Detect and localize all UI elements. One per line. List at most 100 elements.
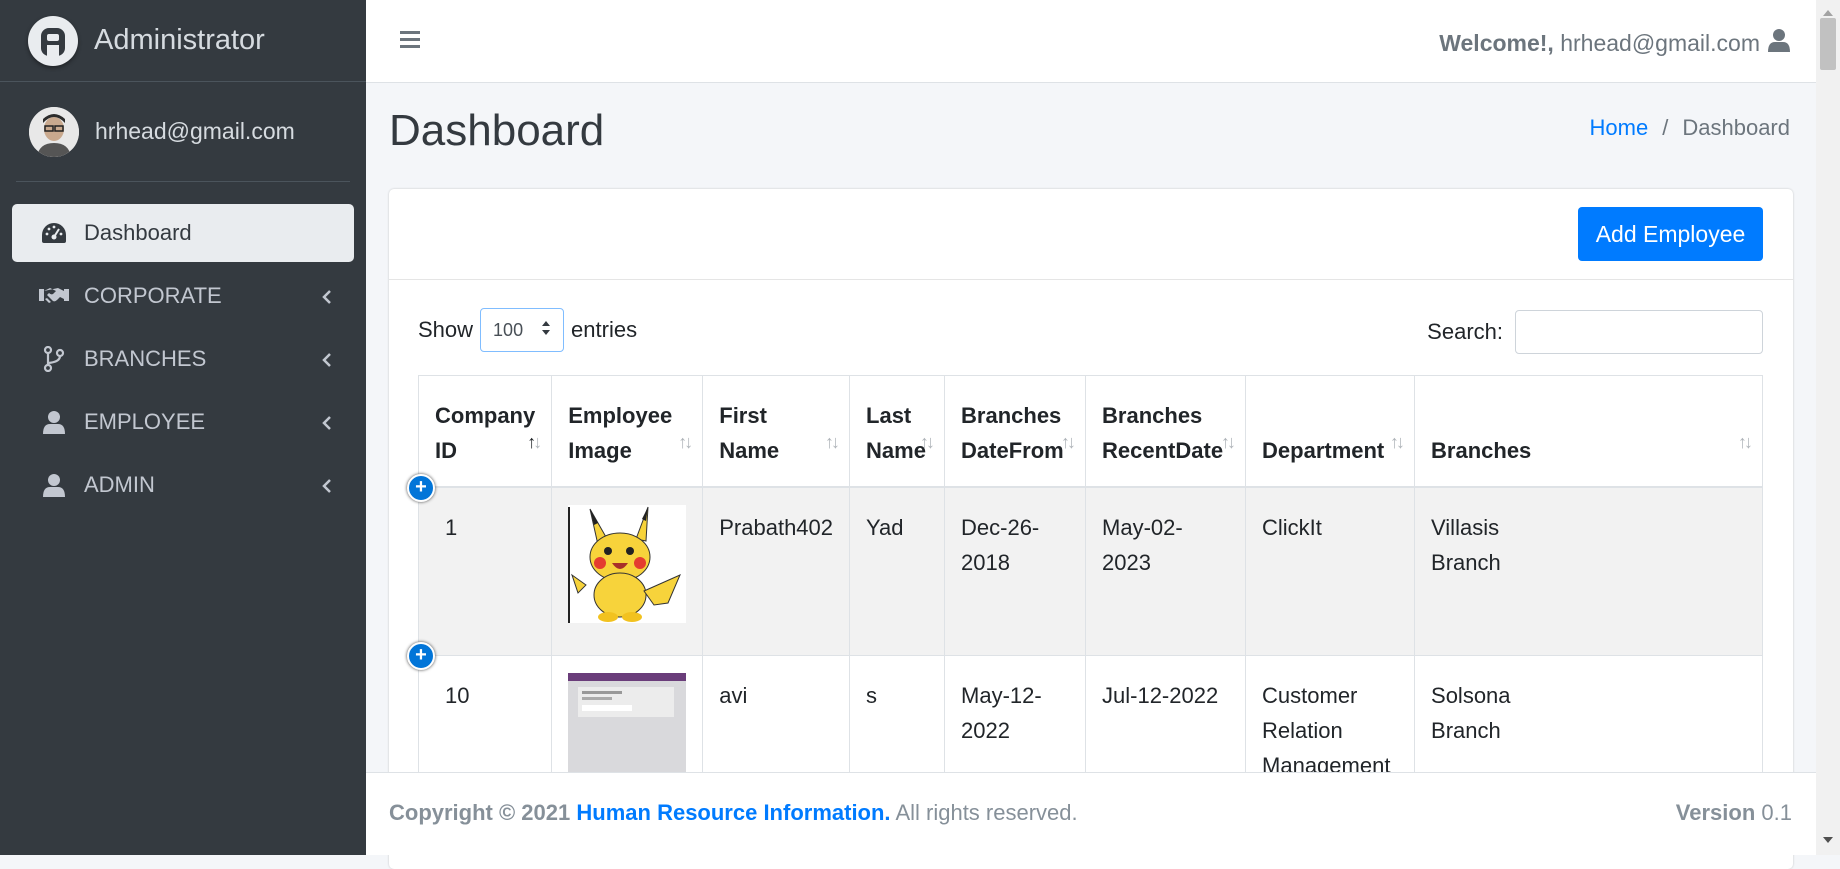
welcome-text: Welcome!,: [1439, 29, 1554, 56]
search-input[interactable]: [1515, 310, 1763, 354]
sort-ascending-icon: ↑↓: [527, 432, 542, 452]
topbar: Welcome!, hrhead@gmail.com: [366, 0, 1816, 83]
breadcrumb-separator: /: [1662, 115, 1669, 140]
cell-company-id-value: 10: [445, 683, 470, 708]
user-icon: [38, 469, 70, 501]
code-branch-icon: [38, 343, 70, 375]
sort-icon: ↑↓: [825, 432, 840, 452]
column-header-label: Branches: [961, 403, 1062, 428]
version: Version 0.1: [1676, 800, 1792, 826]
column-header-label: Company: [435, 403, 536, 428]
org-link[interactable]: Human Resource Information.: [576, 800, 890, 825]
table-row[interactable]: + 1 Prabath402 Yad Dec-26-2018 May-02-20…: [407, 474, 1763, 656]
sidebar-item-label: BRANCHES: [84, 346, 207, 371]
brand-link[interactable]: Administrator: [0, 0, 366, 82]
page-title: Dashboard: [389, 106, 605, 155]
sort-caret-icon: [541, 320, 551, 341]
footer: Copyright © 2021 Human Resource Informat…: [366, 772, 1816, 855]
sidebar-item-label: Dashboard: [84, 220, 192, 245]
cell-department: ClickIt: [1245, 486, 1416, 656]
brand-name: Administrator: [94, 24, 265, 56]
cell-company-id-value: 1: [445, 515, 458, 540]
copyright: Copyright © 2021 Human Resource Informat…: [389, 800, 1078, 826]
column-header-label: First: [719, 403, 767, 428]
breadcrumb-current: Dashboard: [1682, 115, 1790, 140]
column-header-first-name[interactable]: First Name ↑↓: [702, 375, 851, 488]
cell-branches-line: Villasis: [1431, 515, 1500, 540]
welcome-user[interactable]: Welcome!, hrhead@gmail.com: [1439, 28, 1790, 58]
sidebar-item-employee[interactable]: EMPLOYEE: [12, 393, 354, 451]
scrollbar-thumb[interactable]: [1820, 18, 1836, 70]
column-header-label: Name: [719, 438, 780, 463]
sort-icon: ↑↓: [1390, 432, 1405, 452]
employee-photo: [568, 505, 687, 623]
cell-last-name: Yad: [849, 486, 946, 656]
sidebar-item-branches[interactable]: BRANCHES: [12, 330, 354, 388]
chevron-left-icon: [322, 411, 332, 437]
add-employee-button[interactable]: Add Employee: [1578, 207, 1763, 261]
topbar-user-email: hrhead@gmail.com: [1560, 29, 1760, 56]
copyright-text: Copyright © 2021: [389, 800, 571, 825]
column-header-last-name[interactable]: Last Name ↑↓: [849, 375, 946, 488]
cell-first-name: Prabath402: [702, 486, 851, 656]
handshake-icon: [38, 280, 70, 312]
expand-row-icon[interactable]: +: [407, 642, 435, 670]
column-header-company-id[interactable]: Company ID ↑↓: [417, 375, 553, 488]
column-header-branches-datefrom[interactable]: Branches DateFrom ↑↓: [944, 375, 1087, 488]
cell-employee-image: [551, 486, 704, 656]
sidebar-nav: Dashboard CORPORATE BRANCHES EMPLOYEE AD…: [0, 182, 366, 514]
sidebar-item-corporate[interactable]: CORPORATE: [12, 267, 354, 325]
cell-department-line: Relation: [1262, 718, 1343, 743]
cell-recent-date: May-02-2023: [1085, 486, 1247, 656]
breadcrumb-home-link[interactable]: Home: [1590, 115, 1649, 140]
cell-branches: Villasis Branch: [1414, 486, 1763, 656]
column-header-label: Branches: [1102, 403, 1203, 428]
cell-date-from: Dec-26-2018: [944, 486, 1087, 656]
show-label: Show: [418, 317, 474, 342]
sidebar-item-label: CORPORATE: [84, 283, 222, 308]
user-panel[interactable]: hrhead@gmail.com: [16, 82, 350, 182]
version-label: Version: [1675, 800, 1756, 825]
column-header-label: Branches: [1431, 438, 1532, 463]
page-scrollbar[interactable]: [1816, 0, 1840, 855]
sort-icon: ↑↓: [678, 432, 693, 452]
user-icon: [38, 406, 70, 438]
sort-icon: ↑↓: [1061, 432, 1076, 452]
entries-label: entries: [571, 317, 638, 342]
column-header-label: Image: [568, 438, 632, 463]
employee-card: Add Employee Show 100 entries Search: Co…: [389, 189, 1793, 869]
chevron-left-icon: [322, 348, 332, 374]
card-header: Add Employee: [389, 189, 1793, 280]
column-header-label: Name: [866, 438, 926, 463]
column-header-department[interactable]: Department ↑↓: [1245, 375, 1416, 488]
breadcrumb: Home / Dashboard: [1590, 115, 1790, 141]
sidebar-user-email: hrhead@gmail.com: [95, 118, 295, 144]
column-header-label: Employee: [568, 403, 673, 428]
sidebar-item-dashboard[interactable]: Dashboard: [12, 204, 354, 262]
sort-icon: ↑↓: [1738, 432, 1753, 452]
column-header-label: Last: [866, 403, 912, 428]
entries-select[interactable]: 100: [480, 308, 565, 352]
table-header-row: Company ID ↑↓ Employee Image ↑↓ First Na…: [417, 375, 1763, 488]
search-label: Search:: [1427, 319, 1503, 344]
column-header-branches-recentdate[interactable]: Branches RecentDate ↑↓: [1085, 375, 1247, 488]
column-header-employee-image[interactable]: Employee Image ↑↓: [551, 375, 704, 488]
sidebar-item-label: EMPLOYEE: [84, 409, 206, 434]
cell-department-line: Customer: [1262, 683, 1358, 708]
table-controls: Show 100 entries Search:: [389, 280, 1793, 376]
table-search: Search:: [1427, 310, 1763, 354]
sidebar-item-admin[interactable]: ADMIN: [12, 456, 354, 514]
cell-branches-line: Branch: [1431, 550, 1501, 575]
scroll-down-arrow-icon[interactable]: [1823, 831, 1833, 849]
sidebar: Administrator hrhead@gmail.com Dashboard…: [0, 0, 366, 855]
column-header-branches[interactable]: Branches ↑↓: [1414, 375, 1763, 488]
column-header-label: ID: [435, 438, 457, 463]
expand-row-icon[interactable]: +: [407, 474, 435, 502]
sort-icon: ↑↓: [1221, 432, 1236, 452]
cell-branches-line: Branch: [1431, 718, 1501, 743]
column-header-label: DateFrom: [961, 438, 1064, 463]
chevron-left-icon: [322, 474, 332, 500]
tachometer-icon: [38, 217, 70, 249]
hamburger-menu-icon[interactable]: [400, 30, 422, 55]
sidebar-item-label: ADMIN: [84, 472, 155, 497]
